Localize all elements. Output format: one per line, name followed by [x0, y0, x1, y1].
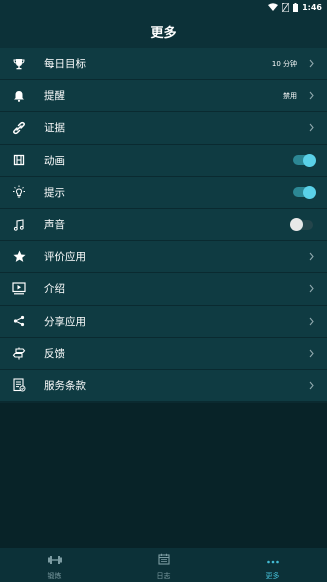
toggle-knob	[303, 185, 316, 199]
status-time: 1:46	[302, 2, 322, 12]
trophy-icon	[12, 57, 26, 71]
menu-item-animation[interactable]: 动画	[0, 144, 327, 177]
more-dots-icon	[266, 550, 280, 569]
toggle-knob	[290, 218, 303, 232]
animation-toggle[interactable]	[293, 153, 316, 167]
battery-icon	[293, 2, 299, 12]
menu-item-label: 服务条款	[44, 379, 86, 392]
menu-item-share-app[interactable]: 分享应用	[0, 305, 327, 338]
tab-journal[interactable]: 日志	[109, 548, 218, 582]
tab-label: 更多	[265, 571, 280, 580]
chevron-right-icon	[307, 380, 315, 390]
dumbbell-icon	[47, 550, 63, 569]
star-icon	[12, 250, 26, 264]
calendar-icon	[157, 550, 170, 569]
menu-item-label: 反馈	[44, 347, 65, 360]
status-bar: 1:46	[0, 0, 327, 14]
menu-item-label: 动画	[44, 154, 65, 167]
menu-item-hints[interactable]: 提示	[0, 176, 327, 209]
settings-menu: 每日目标 10 分钟 提醒 禁用 证据 动画 提示 声音 评价应用 介绍 分享应…	[0, 48, 327, 403]
wifi-icon	[268, 3, 279, 11]
play-screen-icon	[12, 282, 26, 296]
menu-item-label: 证据	[44, 122, 65, 135]
page-title: 更多	[0, 14, 327, 48]
bottom-nav: 锻炼 日志 更多	[0, 548, 327, 582]
chevron-right-icon	[307, 316, 315, 326]
menu-item-label: 提醒	[44, 90, 65, 103]
chevron-right-icon	[307, 91, 315, 101]
bell-icon	[12, 89, 26, 103]
hints-toggle[interactable]	[293, 185, 316, 199]
menu-item-label: 评价应用	[44, 251, 86, 264]
chevron-right-icon	[307, 348, 315, 358]
share-icon	[12, 314, 26, 328]
menu-item-rate-app[interactable]: 评价应用	[0, 241, 327, 274]
menu-item-intro[interactable]: 介绍	[0, 273, 327, 306]
empty-area	[0, 403, 327, 548]
menu-item-label: 声音	[44, 219, 65, 232]
chevron-right-icon	[307, 123, 315, 133]
menu-item-terms[interactable]: 服务条款	[0, 369, 327, 403]
tab-label: 锻炼	[47, 571, 62, 580]
menu-item-label: 分享应用	[44, 315, 86, 328]
sound-toggle[interactable]	[290, 218, 313, 232]
tab-label: 日志	[156, 571, 171, 580]
menu-item-evidence[interactable]: 证据	[0, 112, 327, 145]
signpost-icon	[12, 346, 26, 360]
film-icon	[12, 153, 26, 167]
menu-item-reminder[interactable]: 提醒 禁用	[0, 80, 327, 113]
lightbulb-icon	[12, 185, 26, 199]
menu-item-feedback[interactable]: 反馈	[0, 337, 327, 370]
tab-more[interactable]: 更多	[218, 548, 327, 582]
toggle-knob	[303, 153, 316, 167]
sim-icon	[282, 2, 290, 12]
document-icon	[12, 378, 26, 392]
chevron-right-icon	[307, 284, 315, 294]
menu-item-label: 介绍	[44, 283, 65, 296]
menu-item-value: 10 分钟	[271, 59, 297, 68]
menu-item-label: 提示	[44, 186, 65, 199]
menu-item-value: 禁用	[283, 91, 297, 100]
music-note-icon	[12, 218, 26, 232]
link-icon	[12, 121, 26, 135]
tab-workout[interactable]: 锻炼	[0, 548, 109, 582]
menu-item-sound[interactable]: 声音	[0, 208, 327, 242]
chevron-right-icon	[307, 59, 315, 69]
menu-item-label: 每日目标	[44, 58, 86, 71]
menu-item-daily-goal[interactable]: 每日目标 10 分钟	[0, 48, 327, 81]
chevron-right-icon	[307, 252, 315, 262]
